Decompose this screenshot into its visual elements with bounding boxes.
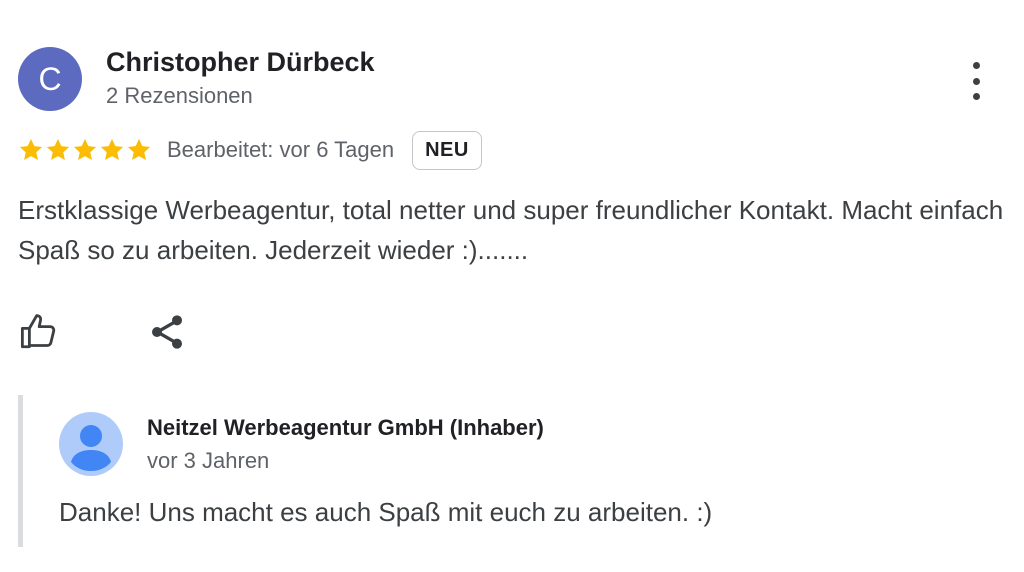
star-icon	[46, 138, 70, 160]
like-button[interactable]	[18, 310, 60, 352]
edited-timestamp: Bearbeitet: vor 6 Tagen	[167, 137, 395, 162]
avatar-initial: C	[38, 60, 62, 97]
reply-text: Danke! Uns macht es auch Spaß mit euch z…	[59, 497, 713, 527]
thumbs-up-icon	[20, 314, 56, 349]
share-button[interactable]	[147, 312, 187, 352]
reply-timestamp: vor 3 Jahren	[147, 448, 270, 473]
share-icon	[152, 315, 182, 349]
new-badge: NEU	[412, 130, 482, 170]
star-icon	[100, 138, 124, 160]
more-vert-icon-dot	[972, 77, 980, 85]
more-options-button[interactable]	[962, 60, 990, 102]
author-name[interactable]: Christopher Dürbeck	[106, 47, 375, 78]
reply-author-name: Neitzel Werbeagentur GmbH (Inhaber)	[147, 415, 544, 440]
review-text: Erstklassige Werbeagentur, total netter …	[18, 195, 1004, 265]
more-vert-icon-dot	[972, 93, 980, 100]
rating-row: Bearbeitet: vor 6 Tagen NEU	[18, 130, 482, 170]
star-icon	[73, 138, 97, 160]
star-rating	[18, 137, 152, 163]
star-icon	[19, 138, 43, 160]
author-review-count: 2 Rezensionen	[106, 83, 253, 108]
star-icon	[127, 138, 151, 160]
owner-reply: Neitzel Werbeagentur GmbH (Inhaber) vor …	[18, 395, 983, 547]
default-profile-icon	[59, 412, 123, 476]
more-vert-icon	[972, 62, 980, 69]
avatar[interactable]: C	[18, 47, 82, 111]
